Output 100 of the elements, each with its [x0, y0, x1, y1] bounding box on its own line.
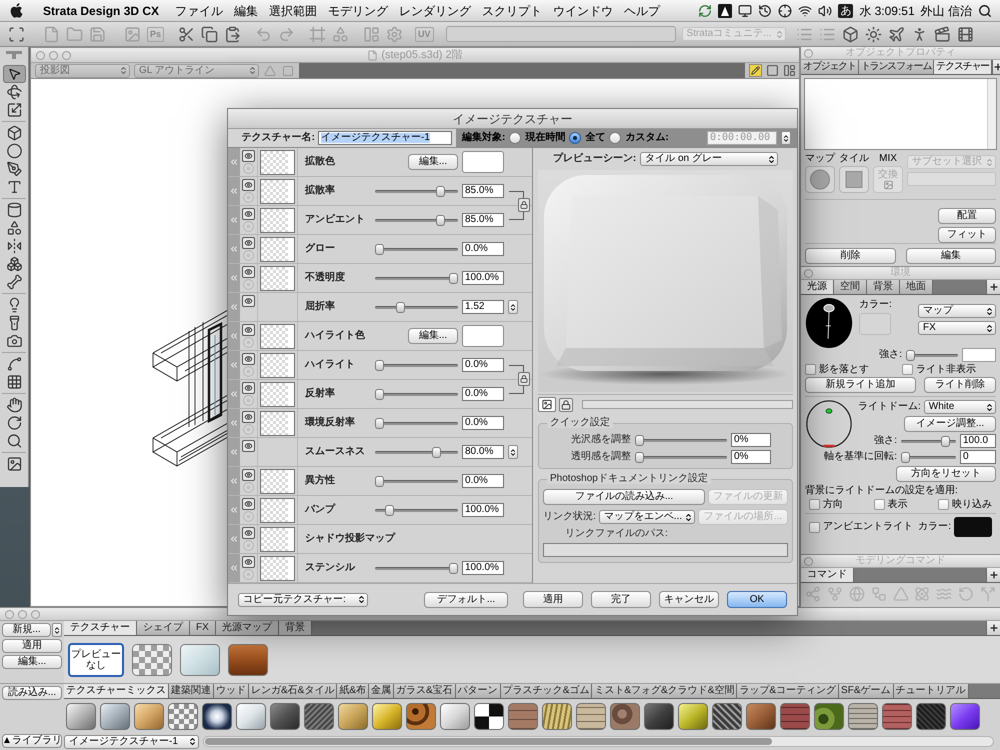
texture-swatch[interactable]: [270, 702, 300, 730]
texture-swatch[interactable]: [406, 702, 436, 730]
value-field[interactable]: 0.0%: [462, 387, 504, 401]
sun-icon[interactable]: [864, 26, 882, 42]
map-thumbnail[interactable]: [260, 150, 295, 174]
nodes-icon[interactable]: [805, 586, 821, 602]
add-menu-button[interactable]: [992, 60, 1000, 74]
value-field[interactable]: 80.0%: [462, 445, 504, 459]
tab[interactable]: FX: [190, 621, 216, 635]
tab[interactable]: 金属: [369, 684, 394, 698]
map-thumbnail[interactable]: [260, 324, 295, 348]
scissors-icon[interactable]: [178, 26, 196, 42]
texture-thumbnail[interactable]: プレビューなし: [68, 642, 124, 676]
library-toggle-button[interactable]: ▲ライブラリ: [2, 734, 62, 748]
slider-track[interactable]: [375, 446, 458, 458]
value-field[interactable]: 0%: [731, 433, 771, 447]
slider-thumb[interactable]: [375, 244, 384, 254]
tab[interactable]: 光源: [801, 280, 834, 294]
eye-icon[interactable]: [242, 150, 255, 162]
edit-button[interactable]: 編集...: [2, 655, 62, 669]
value-field[interactable]: 0.0%: [462, 242, 504, 256]
checkbox[interactable]: [938, 499, 949, 510]
value-field[interactable]: 100.0%: [462, 271, 504, 285]
slider-track[interactable]: [375, 562, 458, 574]
slider-track[interactable]: [635, 452, 727, 462]
value-field[interactable]: 0: [960, 450, 996, 464]
value-field[interactable]: [962, 348, 996, 362]
search-icon[interactable]: [978, 4, 992, 18]
slider-thumb[interactable]: [635, 452, 644, 462]
tab[interactable]: チュートリアル: [894, 684, 968, 698]
clipboard-icon[interactable]: [224, 26, 242, 42]
tab[interactable]: シェイプ: [137, 621, 190, 635]
eye-icon[interactable]: [242, 469, 255, 481]
slider-track[interactable]: [375, 244, 458, 254]
slider-track[interactable]: [375, 418, 458, 428]
apply-button[interactable]: 適用: [2, 639, 62, 653]
scrollbar[interactable]: [203, 736, 994, 747]
texture-swatch[interactable]: [168, 702, 198, 730]
slider-thumb[interactable]: [375, 388, 384, 400]
tab[interactable]: ラップ&コーティング: [737, 684, 840, 698]
delete-button[interactable]: 削除: [805, 248, 896, 264]
checkbox[interactable]: [805, 364, 816, 375]
color-swatch[interactable]: [462, 325, 504, 347]
texture-swatch[interactable]: [338, 702, 368, 730]
lock-icon[interactable]: [518, 372, 530, 386]
map-thumbnail[interactable]: [260, 208, 295, 232]
menu-item[interactable]: スクリプト: [482, 4, 542, 16]
stepper[interactable]: [508, 445, 518, 459]
texture-swatch[interactable]: [236, 702, 266, 730]
slider-track[interactable]: [635, 434, 727, 446]
stepper[interactable]: [52, 623, 62, 637]
texture-thumbnail[interactable]: [132, 644, 172, 676]
stepper[interactable]: [508, 300, 518, 314]
slider-thumb[interactable]: [436, 214, 445, 226]
slider-track[interactable]: [375, 214, 458, 226]
checkbox[interactable]: [809, 522, 820, 532]
map-thumbnail[interactable]: [260, 410, 295, 436]
done-button[interactable]: 完了: [591, 591, 651, 608]
menu-item[interactable]: 選択範囲: [269, 4, 318, 16]
slider-thumb[interactable]: [901, 452, 910, 462]
menu-item[interactable]: モデリング: [328, 4, 388, 16]
texture-swatch[interactable]: [576, 702, 606, 730]
texture-swatch[interactable]: [950, 702, 980, 730]
load-file-button[interactable]: ファイルの読み込み...: [543, 489, 705, 505]
ok-button[interactable]: OK: [727, 591, 787, 608]
menu-item[interactable]: ファイル: [175, 4, 224, 16]
radio-button[interactable]: [509, 132, 522, 144]
lock-icon[interactable]: [518, 198, 530, 212]
radio-button[interactable]: [569, 132, 582, 144]
map-thumbnail[interactable]: [260, 498, 295, 522]
link-path-field[interactable]: [543, 543, 788, 557]
tab[interactable]: オブジェクト: [801, 60, 859, 74]
triangle-tile-icon[interactable]: [718, 4, 732, 18]
map-dropdown[interactable]: マップ: [918, 304, 996, 318]
sphere-tile-icon[interactable]: [805, 166, 835, 193]
wifi-icon[interactable]: [798, 4, 812, 18]
map-thumbnail[interactable]: [260, 178, 295, 204]
fx-dropdown[interactable]: FX: [918, 321, 996, 335]
map-thumbnail[interactable]: [260, 352, 295, 378]
tab[interactable]: トランスフォーム: [858, 60, 934, 74]
texture-swatch[interactable]: [440, 702, 470, 730]
apple-icon[interactable]: [10, 3, 23, 18]
subset-field[interactable]: [907, 172, 996, 186]
clapperboard-icon[interactable]: [934, 26, 951, 42]
pencil-icon[interactable]: [749, 64, 762, 77]
texture-swatch[interactable]: [916, 702, 946, 730]
add-menu-button[interactable]: [986, 280, 1000, 294]
map-thumbnail[interactable]: [260, 266, 295, 290]
value-field[interactable]: 0.0%: [462, 474, 504, 488]
map-thumbnail[interactable]: [260, 526, 295, 552]
fit-button[interactable]: フィット: [938, 227, 996, 243]
slider-thumb[interactable]: [396, 302, 405, 312]
texture-swatch[interactable]: [678, 702, 708, 730]
place-button[interactable]: 配置: [938, 208, 996, 224]
menu-item[interactable]: ウインドウ: [553, 4, 614, 16]
value-field[interactable]: 0.0%: [462, 416, 504, 430]
edit-color-button[interactable]: 編集...: [408, 154, 458, 170]
texture-swatch[interactable]: [372, 702, 402, 730]
arrow-pointer-icon[interactable]: [2, 65, 26, 83]
tab[interactable]: SF&ゲーム: [839, 684, 894, 698]
